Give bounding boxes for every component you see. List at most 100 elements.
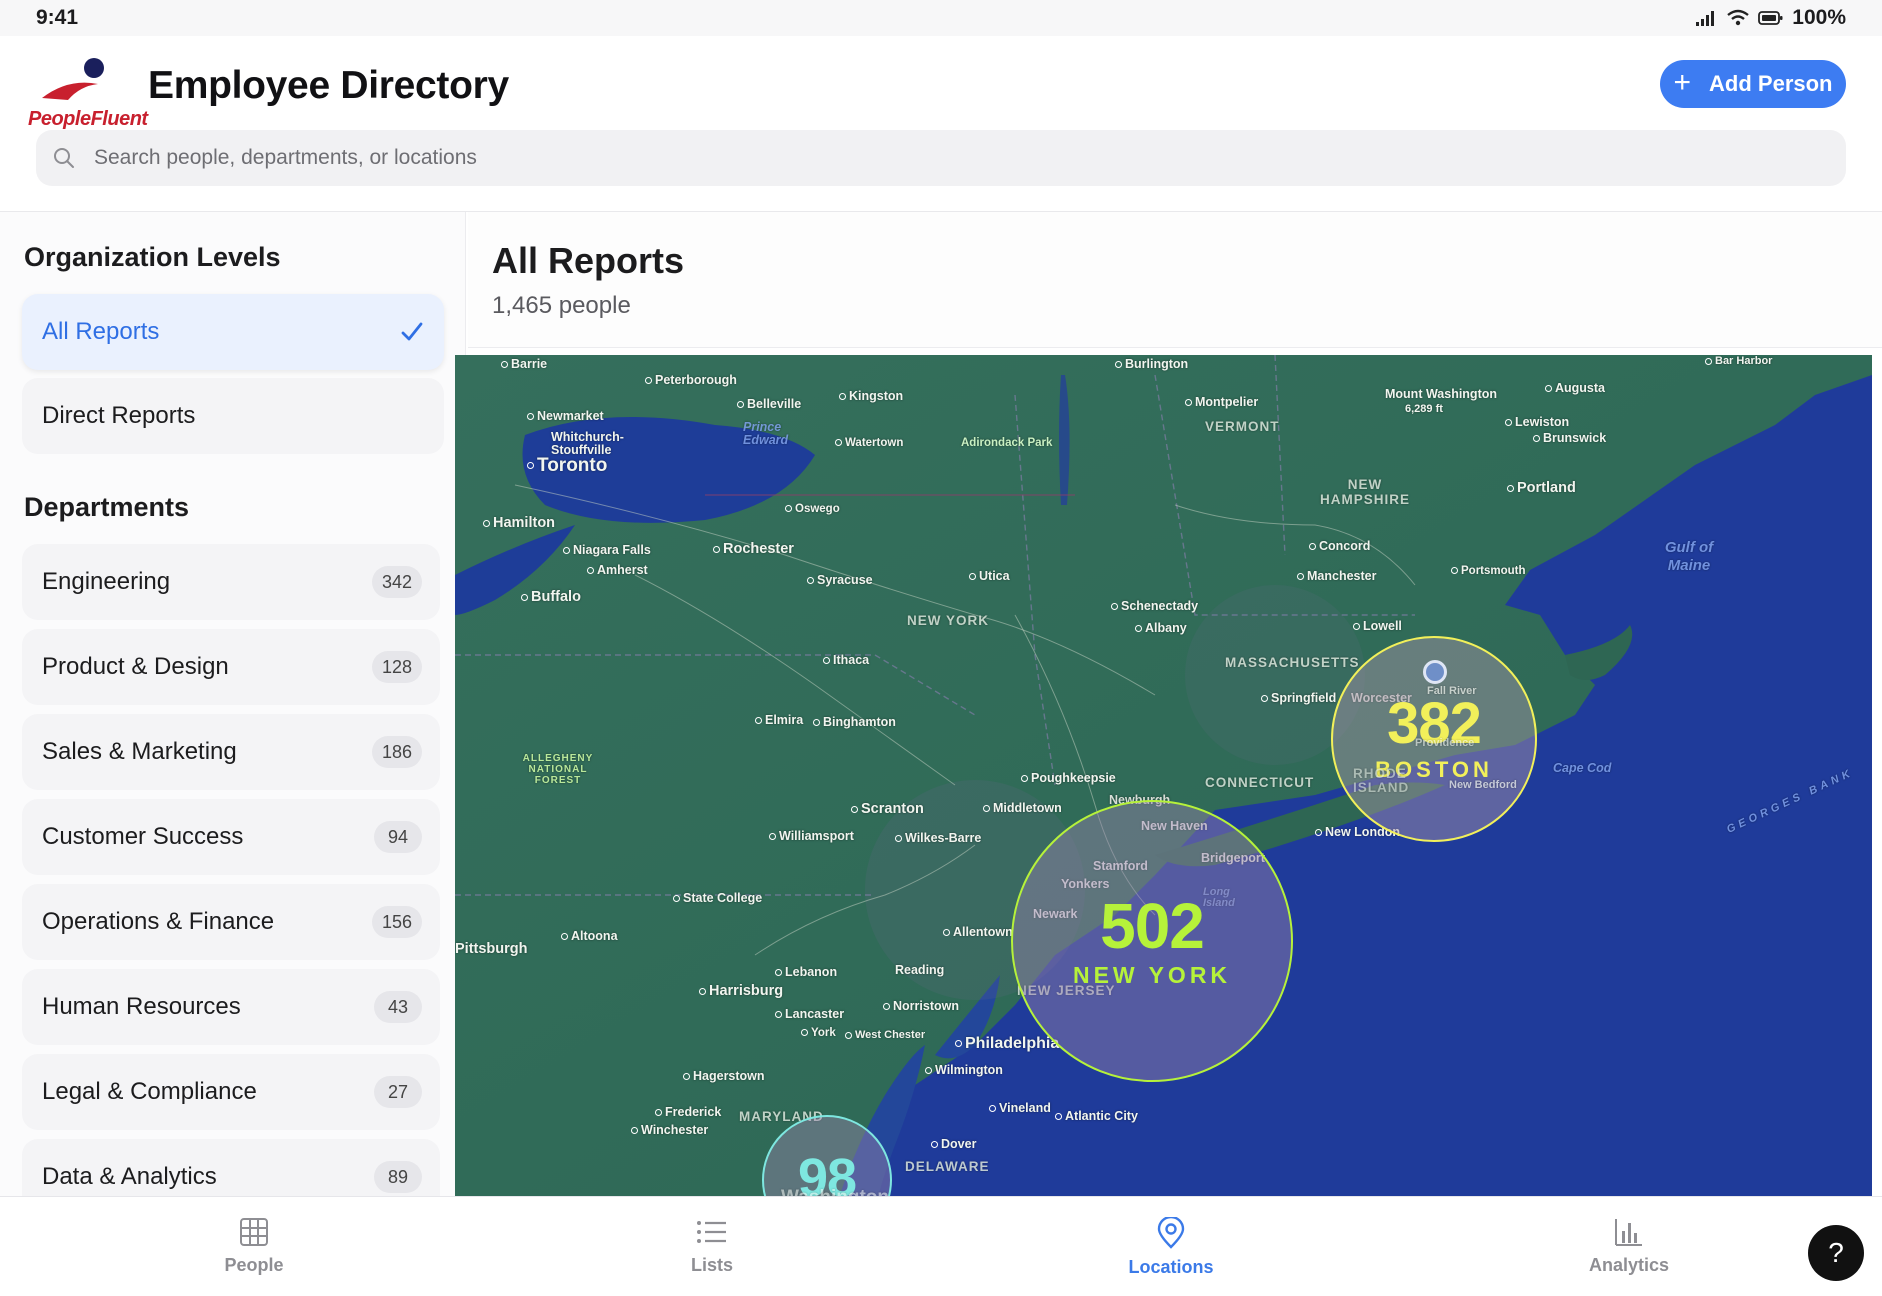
tab-bar: People Lists Locations Analytics ? xyxy=(0,1196,1882,1296)
dept-item-data-analytics[interactable]: Data & Analytics 89 xyxy=(22,1139,440,1196)
map-label: VERMONT xyxy=(1205,419,1280,434)
map-view[interactable]: Barrie Peterborough Belleville Kingston … xyxy=(455,355,1872,1210)
checkmark-icon xyxy=(401,322,423,341)
map-label: NEW HAMPSHIRE xyxy=(1319,477,1410,507)
map-label: Niagara Falls xyxy=(563,543,651,557)
tab-people[interactable]: People xyxy=(154,1197,354,1296)
org-item-label: Direct Reports xyxy=(42,402,196,429)
map-label: Prince Edward xyxy=(743,420,789,447)
brand-logo: PeopleFluent xyxy=(28,54,148,134)
map-label: Ithaca xyxy=(823,653,869,667)
cluster-city: NEW YORK xyxy=(1072,961,1232,988)
search-bar[interactable] xyxy=(36,130,1846,186)
map-label: Whitchurch-Stouffville xyxy=(551,430,624,457)
dept-item-sales-marketing[interactable]: Sales & Marketing 186 xyxy=(22,714,440,790)
map-label: Middletown xyxy=(983,801,1062,815)
dept-item-operations-finance[interactable]: Operations & Finance 156 xyxy=(22,884,440,960)
status-icons: 100% xyxy=(1694,6,1846,30)
count-badge: 89 xyxy=(374,1161,422,1193)
map-label: Wilmington xyxy=(925,1063,1003,1077)
map-label: Amherst xyxy=(587,563,648,577)
map-label: West Chester xyxy=(845,1029,925,1041)
count-badge: 94 xyxy=(374,821,422,853)
map-base xyxy=(455,355,1872,1210)
dept-item-engineering[interactable]: Engineering 342 xyxy=(22,544,440,620)
org-item-label: All Reports xyxy=(42,318,160,345)
map-label: ALLEGHENY NATIONAL FOREST xyxy=(522,753,594,786)
map-label: Adirondack Park xyxy=(961,437,1053,449)
dept-label: Engineering xyxy=(42,568,171,595)
tab-lists[interactable]: Lists xyxy=(612,1197,812,1296)
map-label: Kingston xyxy=(839,389,903,403)
map-label: Augusta xyxy=(1545,381,1605,395)
grid-icon xyxy=(240,1218,268,1246)
map-label: Poughkeepsie xyxy=(1021,771,1116,785)
add-person-label: Add Person xyxy=(1709,71,1833,96)
dept-label: Sales & Marketing xyxy=(42,738,237,765)
map-label: Scranton xyxy=(851,801,924,817)
map-label: Williamsport xyxy=(769,829,854,843)
map-label: Norristown xyxy=(883,999,959,1013)
bar-chart-icon xyxy=(1615,1219,1642,1246)
map-label: RHODE ISLAND xyxy=(1353,766,1410,795)
map-label: Oswego xyxy=(785,503,840,515)
map-label: Dover xyxy=(931,1137,976,1151)
count-badge: 27 xyxy=(374,1076,422,1108)
cluster-count: 502 xyxy=(1100,889,1205,962)
dept-item-product-design[interactable]: Product & Design 128 xyxy=(22,629,440,705)
map-label: Cape Cod xyxy=(1553,761,1612,775)
battery-percent: 100% xyxy=(1792,6,1846,29)
map-label: Peterborough xyxy=(645,373,737,387)
dept-label: Operations & Finance xyxy=(42,908,275,935)
search-icon xyxy=(54,148,74,168)
map-label: Springfield xyxy=(1261,691,1336,705)
map-label: Fall River xyxy=(1427,685,1477,697)
count-badge: 43 xyxy=(374,991,422,1023)
current-location-icon xyxy=(1423,660,1447,684)
battery-icon xyxy=(1758,11,1783,25)
location-cluster-new-york[interactable]: 502 NEW YORK xyxy=(1011,800,1293,1082)
help-button[interactable]: ? xyxy=(1808,1225,1864,1281)
add-person-button[interactable]: + Add Person xyxy=(1660,60,1846,108)
map-label: Concord xyxy=(1309,539,1370,553)
map-label: Lebanon xyxy=(775,965,837,979)
map-label: Pittsburgh xyxy=(455,941,528,957)
map-label: NEW YORK xyxy=(907,613,990,628)
dept-label: Human Resources xyxy=(42,993,241,1020)
map-label: Newmarket xyxy=(527,409,604,423)
dept-item-legal-compliance[interactable]: Legal & Compliance 27 xyxy=(22,1054,440,1130)
tab-label: Locations xyxy=(1128,1257,1214,1277)
dept-label: Product & Design xyxy=(42,653,229,680)
map-label: Rochester xyxy=(713,541,794,557)
map-label: Allentown xyxy=(943,925,1013,939)
map-label: Toronto xyxy=(527,455,607,477)
map-label: Hamilton xyxy=(483,515,555,531)
tab-analytics[interactable]: Analytics xyxy=(1529,1197,1729,1296)
map-label: Buffalo xyxy=(521,589,581,605)
map-label: Atlantic City xyxy=(1055,1109,1138,1123)
org-item-all-reports[interactable]: All Reports xyxy=(22,294,444,370)
tab-label: Analytics xyxy=(1588,1255,1670,1275)
dept-item-human-resources[interactable]: Human Resources 43 xyxy=(22,969,440,1045)
org-item-direct-reports[interactable]: Direct Reports xyxy=(22,378,444,454)
map-label: Brunswick xyxy=(1533,431,1606,445)
map-label: Philadelphia xyxy=(955,1035,1059,1053)
tab-locations[interactable]: Locations xyxy=(1071,1197,1271,1296)
map-label: Reading xyxy=(895,963,945,977)
page-title: Employee Directory xyxy=(148,64,509,107)
map-label: Schenectady xyxy=(1111,599,1198,613)
map-label: Frederick xyxy=(655,1105,721,1119)
map-label: Lewiston xyxy=(1505,415,1569,429)
logo-mark-icon xyxy=(42,58,104,100)
logo-text: PeopleFluent xyxy=(28,108,148,130)
search-input[interactable] xyxy=(94,146,1794,170)
count-badge: 186 xyxy=(371,736,422,768)
map-label: Harrisburg xyxy=(699,983,783,999)
map-label: Altoona xyxy=(561,929,618,943)
dept-label: Data & Analytics xyxy=(42,1163,217,1190)
map-label: Belleville xyxy=(737,397,801,411)
dept-item-customer-success[interactable]: Customer Success 94 xyxy=(22,799,440,875)
map-label: Providence xyxy=(1415,737,1475,749)
map-label: Winchester xyxy=(631,1123,708,1137)
list-icon xyxy=(697,1221,726,1243)
